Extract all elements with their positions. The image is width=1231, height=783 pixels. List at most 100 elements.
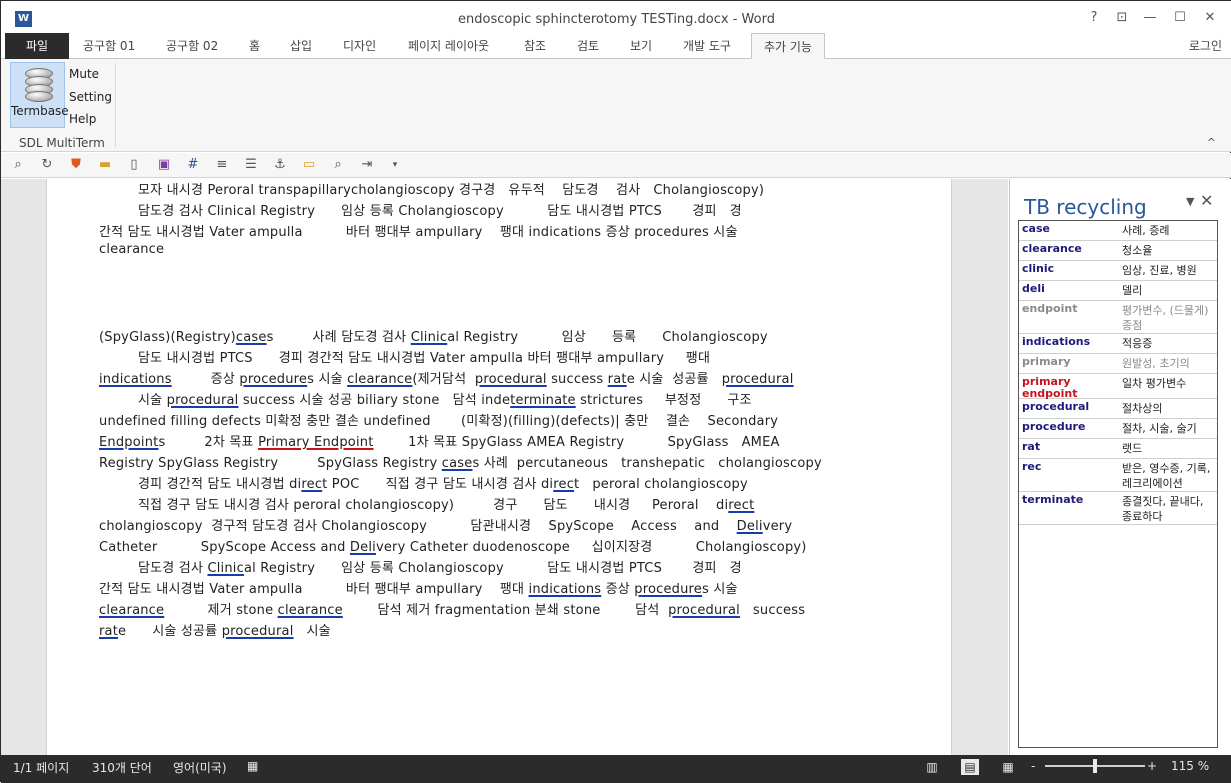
recognized-term[interactable]: rec [301, 477, 322, 492]
language-indicator[interactable]: 영어(미국) [173, 759, 227, 776]
recognized-term[interactable]: rat [99, 624, 118, 639]
tab-view[interactable]: 보기 [618, 33, 664, 59]
tab-developer[interactable]: 개발 도구 [671, 33, 743, 59]
pane-options-icon[interactable]: ▼ [1186, 195, 1194, 208]
document-line[interactable]: 간적 담도 내시경법 Vater ampulla 바터 팽대부 ampullar… [99, 578, 738, 597]
document-line[interactable]: clearance [99, 242, 164, 257]
tab-toolbox-02[interactable]: 공구함 02 [154, 33, 230, 59]
termbase-row[interactable]: procedure 절차, 시술, 술기 [1019, 419, 1217, 439]
tab-review[interactable]: 검토 [565, 33, 611, 59]
tab-page-layout[interactable]: 페이지 레이아웃 [396, 33, 501, 59]
dropdown-icon[interactable]: ▾ [387, 157, 403, 173]
pane-close-icon[interactable]: ✕ [1200, 191, 1213, 210]
print-layout-icon[interactable]: ▤ [961, 759, 979, 775]
document-line[interactable]: Registry SpyGlass Registry SpyGlass Regi… [99, 452, 822, 471]
recognized-term[interactable]: procedural [722, 372, 794, 387]
termbase-button[interactable]: Termbase [10, 62, 69, 128]
termbase-row[interactable]: deli 델리 [1019, 281, 1217, 301]
termbase-row[interactable]: clinic 임상, 진료, 병원 [1019, 261, 1217, 281]
refresh-icon[interactable]: ↻ [39, 157, 55, 173]
macro-recording-icon[interactable]: ▦ [247, 759, 258, 773]
document-line[interactable]: undefined filling defects 미확정 충만 결손 unde… [99, 410, 778, 429]
document-line[interactable]: (SpyGlass)(Registry)cases 사례 담도경 검사 Clin… [99, 326, 768, 345]
recognized-term[interactable]: procedural [475, 372, 547, 387]
termbase-row[interactable]: clearance 청소율 [1019, 241, 1217, 261]
recognized-term[interactable]: Deli [737, 519, 763, 534]
document-line[interactable]: 담도경 검사 Clinical Registry 임상 등록 Cholangio… [99, 557, 742, 576]
web-layout-icon[interactable]: ▦ [999, 759, 1017, 775]
document-line[interactable]: 담도 내시경법 PTCS 경피 경간적 담도 내시경법 Vater ampull… [99, 347, 710, 366]
anchor-icon[interactable]: ⚓ [272, 157, 288, 173]
tab-add-ins[interactable]: 추가 기능 [751, 33, 825, 59]
tab-references[interactable]: 참조 [512, 33, 558, 59]
recognized-term[interactable]: case [442, 456, 473, 471]
zoom-out-button[interactable]: - [1031, 759, 1035, 773]
vertical-scrollbar[interactable] [991, 179, 1008, 755]
tab-toolbox-01[interactable]: 공구함 01 [71, 33, 147, 59]
close-button[interactable]: ✕ [1197, 7, 1223, 29]
recognized-term[interactable]: clearance [278, 603, 343, 618]
termbase-row[interactable]: terminate 종결짓다, 끝내다, 종료하다 [1019, 492, 1217, 525]
help-ribbon-button[interactable]: Help [69, 112, 96, 126]
termbase-row[interactable]: procedural 절차상의 [1019, 399, 1217, 419]
document-line[interactable]: clearance 제거 stone clearance 담석 제거 fragm… [99, 599, 805, 618]
termbase-row[interactable]: primary 원발성, 초기의 [1019, 354, 1217, 374]
binoculars-icon[interactable]: ⌕ [10, 157, 26, 173]
list-icon[interactable]: ☰ [243, 157, 259, 173]
folder-icon[interactable]: ▬ [97, 157, 113, 173]
folder-open-icon[interactable]: ▭ [301, 157, 317, 173]
save-icon[interactable]: ▣ [156, 157, 172, 173]
document-line[interactable]: Catheter SpyScope Access and Delivery Ca… [99, 536, 807, 555]
recognized-term[interactable]: rat [608, 372, 627, 387]
document-line[interactable]: 시술 procedural success 시술 성공 biliary ston… [99, 389, 752, 408]
document-line[interactable]: indications 증상 procedures 시술 clearance(제… [99, 368, 794, 387]
document-line[interactable]: 간적 담도 내시경법 Vater ampulla 바터 팽대부 ampullar… [99, 221, 738, 240]
recognized-term[interactable]: terminate [510, 393, 576, 408]
recognized-term[interactable]: rec [553, 477, 574, 492]
document-page[interactable]: 모자 내시경 Peroral transpapillarycholangiosc… [46, 179, 952, 755]
recognized-term[interactable]: procedural [668, 603, 740, 618]
recognized-term[interactable]: procedure [239, 372, 307, 387]
setting-button[interactable]: Setting [69, 90, 112, 104]
document-line[interactable]: rate 시술 성공률 procedural 시술 [99, 620, 331, 639]
tab-design[interactable]: 디자인 [331, 33, 388, 59]
collapse-ribbon-icon[interactable]: ^ [1207, 136, 1216, 149]
document-line[interactable]: 경피 경간적 담도 내시경법 direct POC 직접 경구 담도 내시경 검… [99, 473, 748, 492]
login-link[interactable]: 로그인 [1189, 37, 1222, 54]
recognized-term[interactable]: Endpoint [99, 435, 158, 450]
zoom-slider-thumb[interactable] [1093, 759, 1097, 773]
termbase-row[interactable]: rec 받은, 영수증, 기록, 레크리에이션 [1019, 459, 1217, 492]
page-count[interactable]: 1/1 페이지 [13, 759, 69, 776]
tab-home[interactable]: 홈 [237, 33, 272, 59]
document-line[interactable]: 직접 경구 담도 내시경 검사 peroral cholangioscopy) … [99, 494, 754, 513]
termbase-row[interactable]: case 사례, 증례 [1019, 221, 1217, 241]
recognized-term[interactable]: Clinic [411, 330, 448, 345]
termbase-row[interactable]: primary endpoint 일차 평가변수 [1019, 374, 1217, 400]
recognized-term[interactable]: rect [728, 498, 754, 513]
find-icon[interactable]: ⌕ [330, 157, 346, 173]
new-page-icon[interactable]: ▯ [126, 157, 142, 173]
recognized-term[interactable]: procedure [634, 582, 702, 597]
zoom-in-button[interactable]: + [1147, 759, 1157, 773]
recognized-term[interactable]: clearance [99, 603, 164, 618]
shield-icon[interactable]: ⛊ [68, 157, 84, 173]
export-icon[interactable]: ⇥ [359, 157, 375, 173]
document-icon[interactable]: ≡ [214, 157, 230, 173]
recognized-term[interactable]: procedural [222, 624, 294, 639]
recognized-term[interactable]: Primary Endpoint [258, 435, 373, 450]
ribbon-display-options-button[interactable]: ⊡ [1109, 7, 1135, 29]
mute-button[interactable]: Mute [69, 67, 99, 81]
word-count[interactable]: 310개 단어 [92, 759, 152, 776]
recognized-term[interactable]: Deli [350, 540, 376, 555]
termbase-row[interactable]: endpoint 평가변수, (드물게)종점 [1019, 301, 1217, 334]
document-line[interactable]: cholangioscopy 경구적 담도경 검사 Cholangioscopy… [99, 515, 792, 534]
zoom-level[interactable]: 115 % [1171, 759, 1209, 773]
recognized-term[interactable]: indications [99, 372, 172, 387]
recognized-term[interactable]: clearance [347, 372, 412, 387]
document-line[interactable]: 모자 내시경 Peroral transpapillarycholangiosc… [99, 179, 764, 198]
recognized-term[interactable]: Clinic [207, 561, 244, 576]
recognized-term[interactable]: indications [529, 582, 602, 597]
recognized-term[interactable]: case [236, 330, 267, 345]
read-mode-icon[interactable]: ▥ [923, 759, 941, 775]
termbase-row[interactable]: rat 랫드 [1019, 439, 1217, 459]
